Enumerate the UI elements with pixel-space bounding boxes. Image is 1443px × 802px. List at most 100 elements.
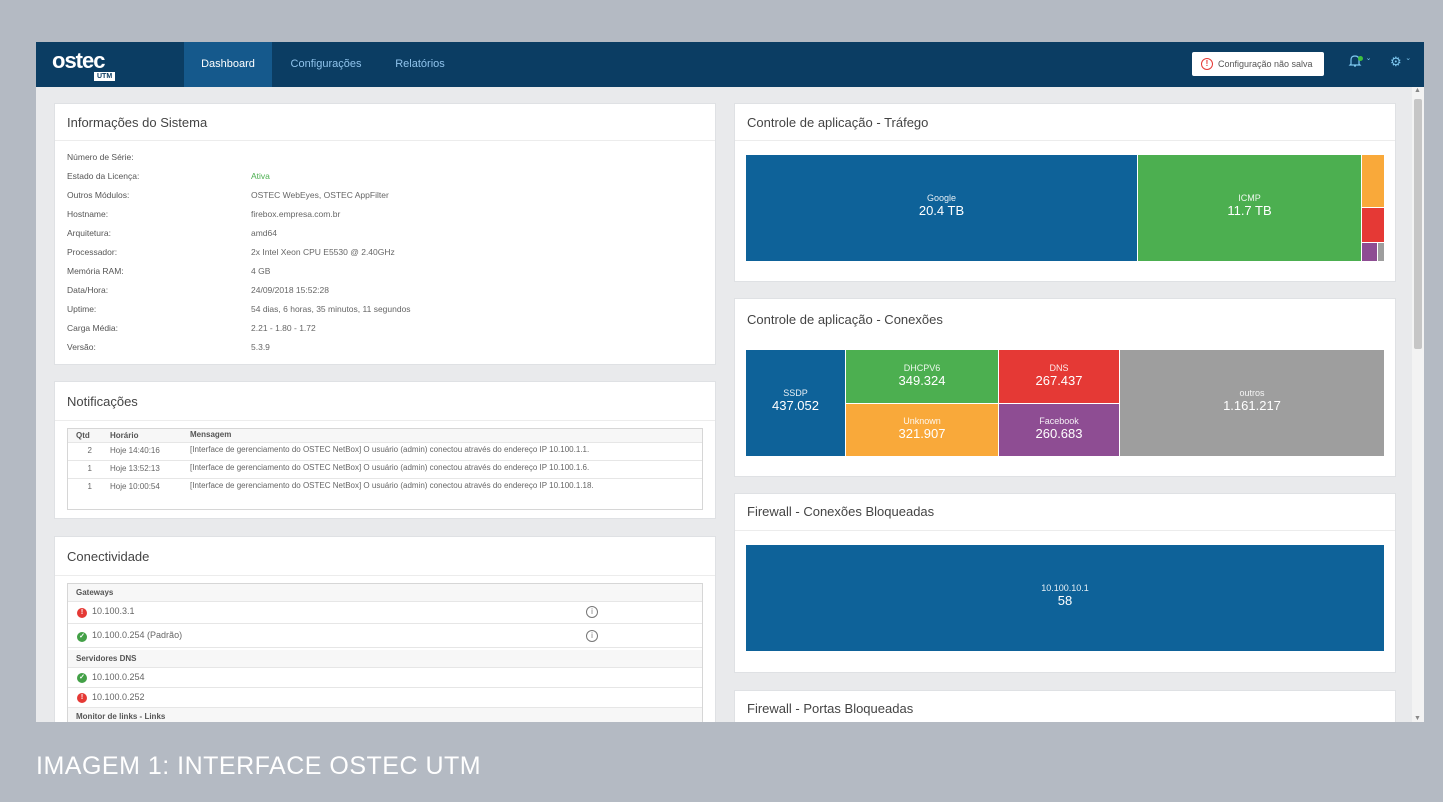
cell-label: outros [1239,388,1265,398]
ostec-logo[interactable]: ostec UTM [52,48,132,82]
cell-value: 20.4 TB [918,203,965,218]
treemap-cell-small[interactable] [1362,155,1384,207]
scrollbar-thumb[interactable] [1414,99,1422,349]
section-header-links: Monitor de links - Links [68,708,702,722]
notifications-table: Qtd Horário Mensagem 2 Hoje 14:40:16 [In… [67,428,703,510]
info-value: 54 dias, 6 horas, 35 minutos, 11 segundo… [251,304,411,314]
info-label: Estado da Licença: [67,171,140,181]
panel-title: Informações do Sistema [67,115,208,130]
info-label: Data/Hora: [67,285,109,295]
cell-label: DNS [1049,363,1069,373]
divider [55,140,715,141]
check-icon: ✓ [77,673,87,683]
treemap-cell-small[interactable] [1362,243,1377,261]
warning-icon: ! [1201,58,1213,70]
app-window: ostec UTM Dashboard Configurações Relató… [36,42,1424,722]
treemap-cell-facebook[interactable]: Facebook 260.683 [999,404,1119,456]
logo-wordmark: ostec [52,48,105,73]
gateway-ip: 10.100.0.254 (Padrão) [92,630,183,640]
treemap-cell-icmp[interactable]: ICMP 11.7 TB [1138,155,1361,261]
treemap-cell-dhcpv6[interactable]: DHCPV6 349.324 [846,350,998,403]
qtd-cell: 1 [87,464,92,473]
table-row[interactable]: 1 Hoje 10:00:54 [Interface de gerenciame… [68,479,702,509]
treemap-cell-ssdp[interactable]: SSDP 437.052 [746,350,845,456]
gateway-row: ! 10.100.3.1 i [68,602,702,624]
qtd-cell: 1 [87,482,92,491]
top-navigation-bar: ostec UTM Dashboard Configurações Relató… [36,42,1424,87]
info-row: Data/Hora: 24/09/2018 15:52:28 [67,285,707,304]
tab-dashboard[interactable]: Dashboard [184,42,272,87]
treemap-cell-google[interactable]: Google 20.4 TB [746,155,1137,261]
cell-label: Facebook [1039,416,1079,426]
notification-dot [1358,56,1363,61]
license-status: Ativa [251,171,270,181]
tab-configuracoes[interactable]: Configurações [274,42,378,87]
dns-ip: 10.100.0.252 [92,692,145,702]
treemap-cell-ip[interactable]: 10.100.10.1 58 [746,545,1384,651]
cell-value: 437.052 [772,398,819,413]
table-header: Qtd Horário Mensagem [68,429,702,443]
logo-badge: UTM [94,72,116,81]
info-label: Processador: [67,247,118,257]
cell-value: 11.7 TB [1227,203,1272,218]
section-label: Monitor de links - Links [76,712,166,721]
message-cell: [Interface de gerenciamento do OSTEC Net… [190,445,590,454]
dns-row: ✓ 10.100.0.254 [68,668,702,688]
connections-chart-panel: Controle de aplicação - Conexões SSDP 43… [734,298,1396,477]
section-header-dns: Servidores DNS [68,650,702,668]
traffic-chart-panel: Controle de aplicação - Tráfego Google 2… [734,103,1396,282]
cell-label: DHCPV6 [903,363,941,373]
connections-treemap: SSDP 437.052 DHCPV6 349.324 DNS 267.437 … [746,350,1384,456]
unsaved-config-button[interactable]: ! Configuração não salva [1192,52,1324,76]
info-icon[interactable]: i [586,630,598,642]
info-row: Carga Média: 2.21 - 1.80 - 1.72 [67,323,707,342]
table-row[interactable]: 2 Hoje 14:40:16 [Interface de gerenciame… [68,443,702,461]
treemap-cell-small[interactable] [1362,208,1384,242]
gateway-ip: 10.100.3.1 [92,606,135,616]
scroll-down-icon[interactable]: ▼ [1414,715,1421,722]
error-icon: ! [77,693,87,703]
cell-value: 321.907 [898,426,946,441]
section-header-gateways: Gateways [68,584,702,602]
info-value: 24/09/2018 15:52:28 [251,285,329,295]
tab-relatorios[interactable]: Relatórios [380,42,460,87]
dns-ip: 10.100.0.254 [92,672,145,682]
treemap-cell-small[interactable] [1378,243,1384,261]
info-label: Hostname: [67,209,109,219]
notifications-bell-button[interactable]: ⌄ [1348,54,1372,74]
cell-value: 58 [1057,593,1073,608]
section-label: Servidores DNS [76,654,137,663]
vertical-scrollbar[interactable]: ▲ ▼ [1412,87,1424,722]
info-row: Processador: 2x Intel Xeon CPU E5530 @ 2… [67,247,707,266]
scroll-up-icon[interactable]: ▲ [1414,87,1421,94]
info-row: Arquitetura: amd64 [67,228,707,247]
cell-label: Unknown [903,416,941,426]
info-value: amd64 [251,228,277,238]
info-icon[interactable]: i [586,606,598,618]
info-label: Uptime: [67,304,97,314]
treemap-cell-unknown[interactable]: Unknown 321.907 [846,404,998,456]
settings-button[interactable]: ⚙ ⌄ [1390,54,1414,74]
divider [735,337,1395,338]
panel-title: Firewall - Portas Bloqueadas [747,701,914,716]
gateway-row: ✓ 10.100.0.254 (Padrão) i [68,626,702,648]
notifications-panel: Notificações Qtd Horário Mensagem 2 Hoje… [54,381,716,519]
info-value: OSTEC WebEyes, OSTEC AppFilter [251,190,389,200]
info-row: Outros Módulos: OSTEC WebEyes, OSTEC App… [67,190,707,209]
info-label: Memória RAM: [67,266,124,276]
firewall-connections-panel: Firewall - Conexões Bloqueadas 10.100.10… [734,493,1396,673]
treemap-cell-outros[interactable]: outros 1.161.217 [1120,350,1384,456]
info-label: Arquitetura: [67,228,111,238]
system-info-panel: Informações do Sistema Número de Série: … [54,103,716,365]
info-row: Hostname: firebox.empresa.com.br [67,209,707,228]
time-cell: Hoje 10:00:54 [110,482,160,491]
chevron-down-icon: ⌄ [1405,55,1412,62]
cell-value: 267.437 [1035,373,1083,388]
info-value: 5.3.9 [251,342,270,352]
info-value: 4 GB [251,266,271,276]
divider [735,530,1395,531]
info-value: 2.21 - 1.80 - 1.72 [251,323,316,333]
gear-icon: ⚙ [1390,54,1402,69]
treemap-cell-dns[interactable]: DNS 267.437 [999,350,1119,403]
table-row[interactable]: 1 Hoje 13:52:13 [Interface de gerenciame… [68,461,702,479]
